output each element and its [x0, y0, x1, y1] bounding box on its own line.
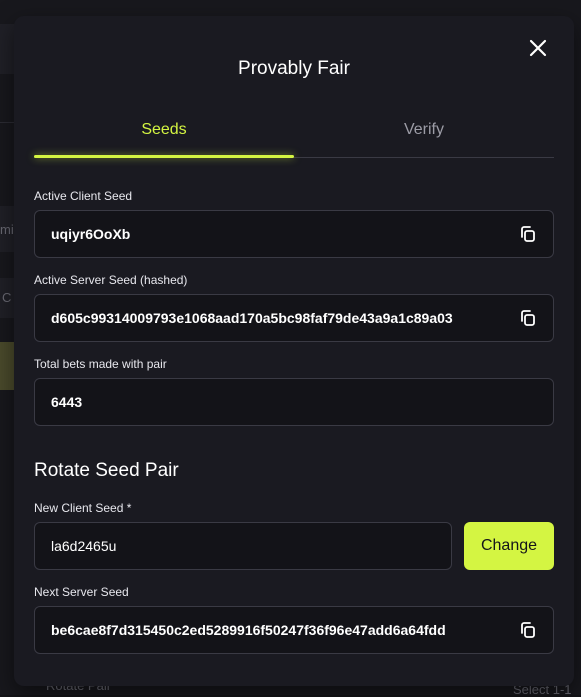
active-server-seed-label: Active Server Seed (hashed): [34, 273, 187, 287]
copy-icon[interactable]: [519, 621, 537, 639]
active-server-seed-value: d605c99314009793e1068aad170a5bc98faf79de…: [51, 295, 491, 341]
new-client-seed-input[interactable]: la6d2465u: [34, 522, 452, 570]
tab-label: Verify: [404, 121, 444, 138]
next-server-seed-value: be6cae8f7d315450c2ed5289916f50247f36f96e…: [51, 607, 491, 653]
tab-label: Seeds: [141, 121, 186, 138]
tab-seeds[interactable]: Seeds: [34, 120, 294, 158]
tab-bar: Seeds Verify: [34, 120, 554, 158]
new-client-seed-label: New Client Seed *: [34, 501, 131, 515]
close-button[interactable]: [528, 38, 548, 58]
new-client-seed-value: la6d2465u: [51, 523, 431, 569]
active-tab-indicator: [34, 155, 294, 158]
close-icon[interactable]: [528, 38, 548, 58]
modal-title: Provably Fair: [14, 58, 574, 80]
total-bets-label: Total bets made with pair: [34, 357, 167, 371]
copy-icon[interactable]: [519, 309, 537, 327]
copy-button[interactable]: [519, 621, 537, 639]
copy-button[interactable]: [519, 309, 537, 327]
rotate-seed-pair-heading: Rotate Seed Pair: [34, 460, 179, 482]
next-server-seed-field: be6cae8f7d315450c2ed5289916f50247f36f96e…: [34, 606, 554, 654]
next-server-seed-label: Next Server Seed: [34, 585, 129, 599]
active-client-seed-label: Active Client Seed: [34, 189, 132, 203]
background-text: C: [2, 290, 11, 305]
active-client-seed-value: uqiyr6OoXb: [51, 211, 491, 257]
total-bets-value: 6443: [51, 379, 531, 425]
active-server-seed-field: d605c99314009793e1068aad170a5bc98faf79de…: [34, 294, 554, 342]
background-text: mi: [0, 222, 14, 237]
copy-button[interactable]: [519, 225, 537, 243]
total-bets-field: 6443: [34, 378, 554, 426]
copy-icon[interactable]: [519, 225, 537, 243]
provably-fair-modal: Provably Fair Seeds Verify Active Client…: [14, 16, 574, 686]
active-client-seed-field: uqiyr6OoXb: [34, 210, 554, 258]
change-button[interactable]: Change: [464, 522, 554, 570]
tab-verify[interactable]: Verify: [294, 120, 554, 158]
